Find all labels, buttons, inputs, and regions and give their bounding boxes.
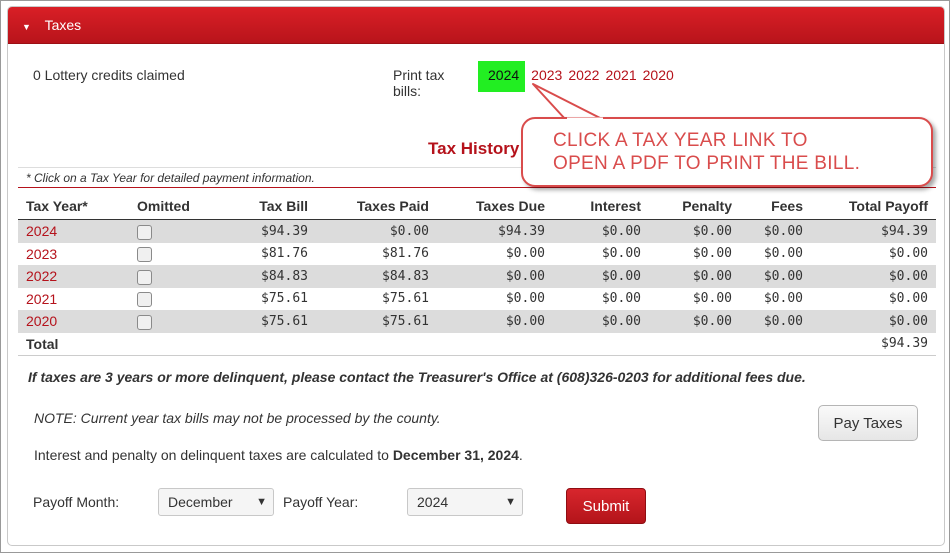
annotation-callout: CLICK A TAX YEAR LINK TO OPEN A PDF TO P…: [521, 117, 933, 187]
callout-pointer: [532, 83, 605, 121]
callout-line-2: OPEN A PDF TO PRINT THE BILL.: [553, 153, 861, 174]
callout-line-1: CLICK A TAX YEAR LINK TO: [553, 130, 808, 151]
